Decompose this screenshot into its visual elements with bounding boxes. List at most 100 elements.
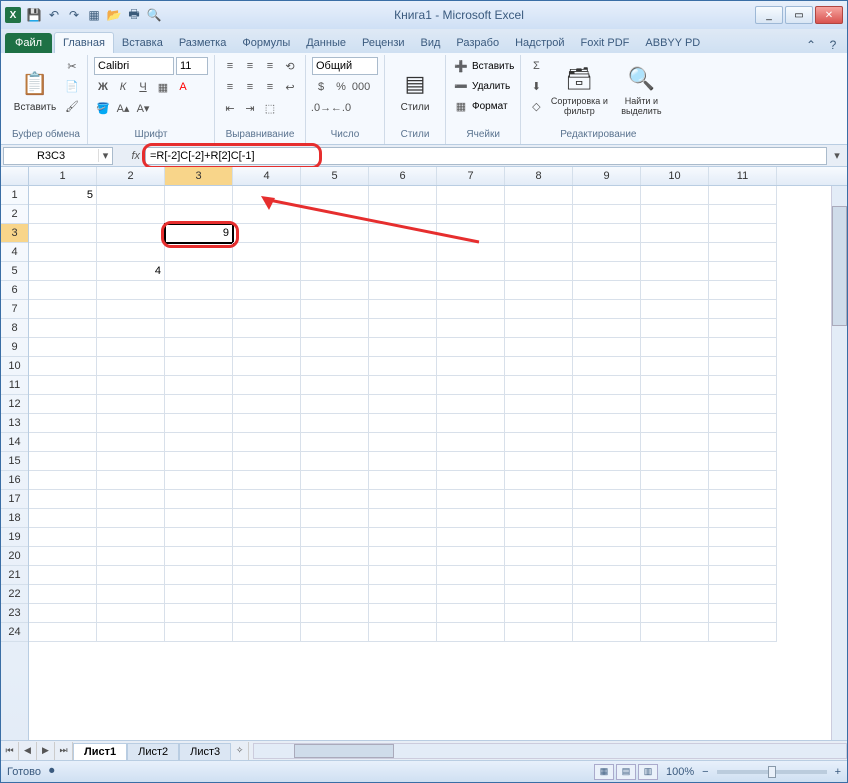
clear-icon[interactable]: ◇ — [527, 97, 545, 115]
cell[interactable] — [369, 452, 437, 471]
number-format-combo[interactable]: Общий — [312, 57, 378, 75]
cell[interactable] — [709, 585, 777, 604]
row-header[interactable]: 1 — [1, 186, 28, 205]
cell[interactable] — [369, 585, 437, 604]
tab-insert[interactable]: Вставка — [114, 33, 171, 53]
file-tab[interactable]: Файл — [5, 33, 52, 53]
cell[interactable] — [641, 433, 709, 452]
cell[interactable] — [641, 300, 709, 319]
cell[interactable] — [505, 566, 573, 585]
cell[interactable] — [97, 452, 165, 471]
new-sheet-icon[interactable]: ✧ — [231, 742, 249, 760]
cell[interactable] — [369, 376, 437, 395]
cell[interactable] — [301, 528, 369, 547]
cell[interactable] — [709, 433, 777, 452]
row-header[interactable]: 16 — [1, 471, 28, 490]
align-left-icon[interactable]: ≡ — [221, 78, 239, 96]
zoom-slider[interactable] — [717, 770, 827, 774]
cell[interactable] — [97, 376, 165, 395]
cell[interactable] — [29, 433, 97, 452]
horizontal-scrollbar[interactable] — [253, 743, 847, 759]
increase-indent-icon[interactable]: ⇥ — [241, 99, 259, 117]
horizontal-scrollbar-thumb[interactable] — [294, 744, 394, 758]
row-header[interactable]: 14 — [1, 433, 28, 452]
cell[interactable] — [97, 319, 165, 338]
tab-developer[interactable]: Разрабо — [448, 33, 507, 53]
cell[interactable] — [301, 281, 369, 300]
select-all-corner[interactable] — [1, 167, 29, 185]
row-header[interactable]: 9 — [1, 338, 28, 357]
cell[interactable] — [641, 376, 709, 395]
cell[interactable] — [301, 224, 369, 243]
cell[interactable] — [641, 319, 709, 338]
autosum-icon[interactable]: Σ — [527, 57, 545, 75]
cell[interactable] — [641, 623, 709, 642]
cell[interactable] — [369, 490, 437, 509]
cell[interactable] — [369, 566, 437, 585]
cell[interactable] — [301, 547, 369, 566]
cell[interactable]: 9 — [165, 224, 233, 243]
cell[interactable] — [505, 528, 573, 547]
page-layout-view-icon[interactable]: ▤ — [616, 764, 636, 780]
cell[interactable] — [709, 224, 777, 243]
cell[interactable] — [641, 186, 709, 205]
column-header[interactable]: 6 — [369, 167, 437, 185]
italic-button[interactable]: К — [114, 78, 132, 96]
cell[interactable] — [641, 205, 709, 224]
cell[interactable] — [233, 205, 301, 224]
row-header[interactable]: 2 — [1, 205, 28, 224]
cell[interactable] — [437, 509, 505, 528]
column-header[interactable]: 1 — [29, 167, 97, 185]
cell[interactable] — [641, 528, 709, 547]
cell[interactable] — [369, 357, 437, 376]
cell[interactable]: 4 — [97, 262, 165, 281]
cell[interactable] — [301, 357, 369, 376]
cell[interactable] — [29, 509, 97, 528]
sheet-tab-3[interactable]: Лист3 — [179, 743, 231, 760]
cell[interactable] — [437, 395, 505, 414]
cell[interactable] — [233, 547, 301, 566]
cell[interactable] — [641, 357, 709, 376]
cell[interactable] — [709, 623, 777, 642]
insert-cells-icon[interactable]: ➕ — [452, 57, 470, 75]
minimize-ribbon-icon[interactable]: ⌃ — [803, 37, 819, 53]
maximize-button[interactable]: ▭ — [785, 6, 813, 24]
vertical-scrollbar[interactable] — [831, 186, 847, 740]
cell[interactable] — [505, 471, 573, 490]
cell[interactable] — [233, 509, 301, 528]
currency-icon[interactable]: $ — [312, 78, 330, 96]
cell[interactable] — [573, 376, 641, 395]
cell[interactable] — [573, 186, 641, 205]
cell[interactable] — [573, 547, 641, 566]
cell[interactable] — [369, 414, 437, 433]
cell[interactable] — [165, 604, 233, 623]
cell[interactable] — [437, 338, 505, 357]
cell[interactable] — [301, 376, 369, 395]
cell[interactable] — [165, 319, 233, 338]
font-color-icon[interactable]: A — [174, 78, 192, 96]
row-header[interactable]: 17 — [1, 490, 28, 509]
cell[interactable] — [369, 433, 437, 452]
underline-button[interactable]: Ч — [134, 78, 152, 96]
cell[interactable] — [233, 186, 301, 205]
cell[interactable] — [573, 338, 641, 357]
cell[interactable] — [573, 623, 641, 642]
column-header[interactable]: 8 — [505, 167, 573, 185]
cell[interactable] — [369, 243, 437, 262]
sheet-tab-2[interactable]: Лист2 — [127, 743, 179, 760]
cell[interactable] — [165, 623, 233, 642]
cell[interactable] — [233, 376, 301, 395]
row-header[interactable]: 4 — [1, 243, 28, 262]
cell[interactable] — [369, 319, 437, 338]
cell[interactable] — [709, 262, 777, 281]
sheet-nav-last-icon[interactable]: ⏭ — [55, 742, 73, 760]
cell[interactable] — [165, 262, 233, 281]
cell[interactable] — [97, 414, 165, 433]
cell[interactable] — [165, 357, 233, 376]
cell[interactable] — [709, 471, 777, 490]
cell[interactable] — [165, 300, 233, 319]
cell[interactable] — [233, 623, 301, 642]
minimize-button[interactable]: _ — [755, 6, 783, 24]
cell[interactable] — [437, 262, 505, 281]
zoom-in-icon[interactable]: + — [835, 766, 841, 778]
